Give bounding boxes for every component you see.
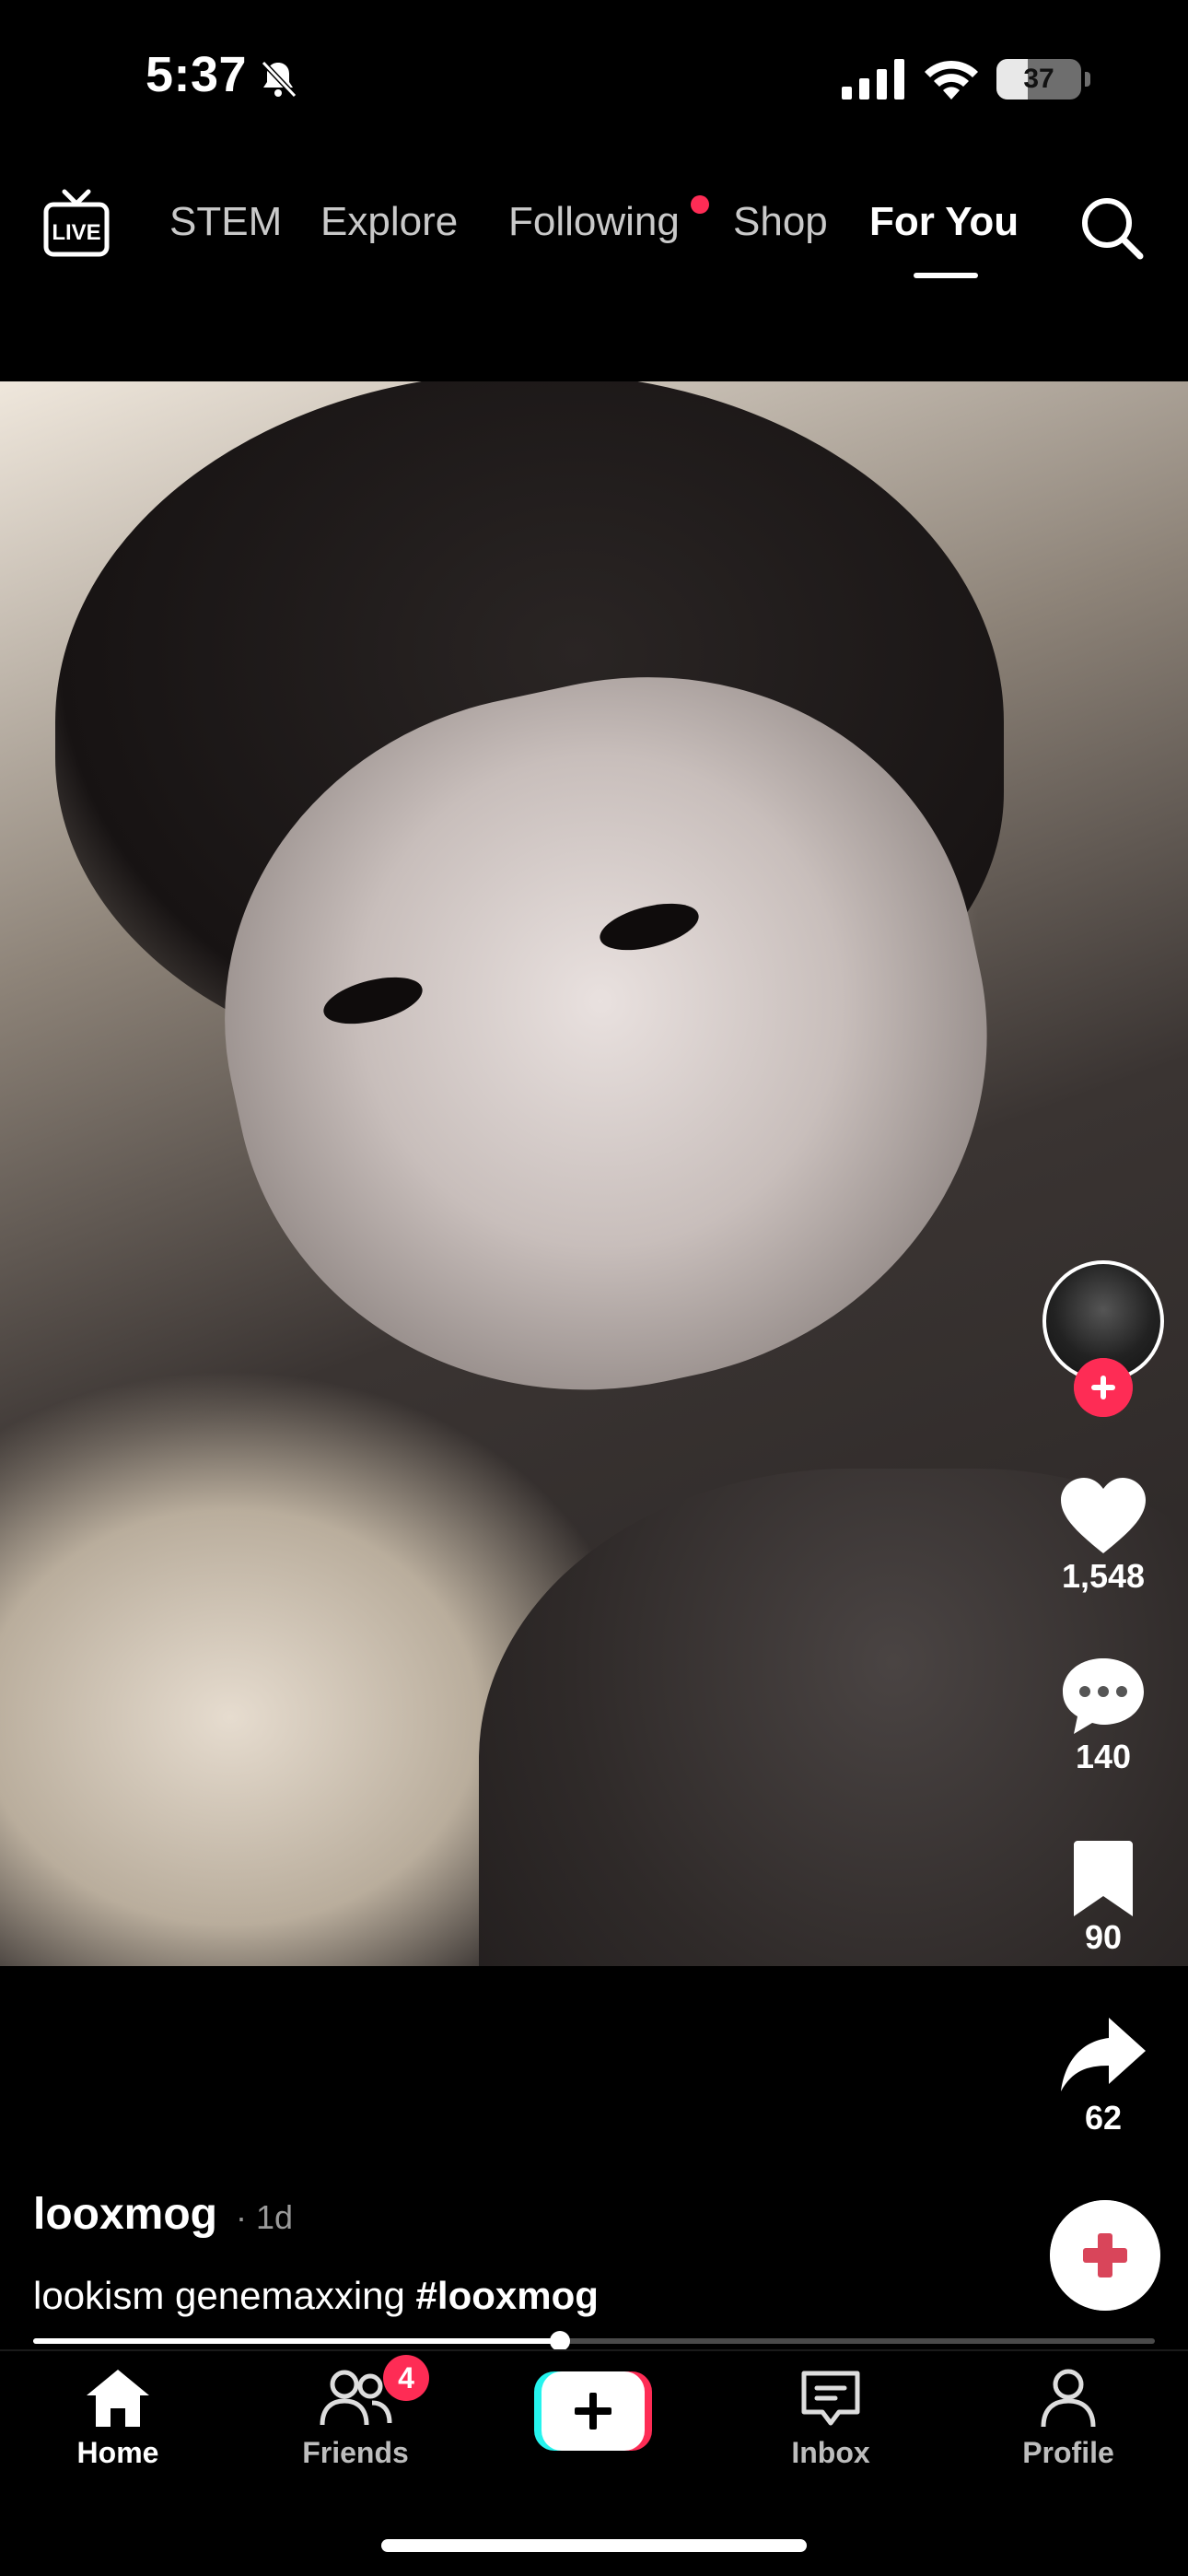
tab-following[interactable]: Following [508, 199, 680, 245]
active-tab-indicator [914, 273, 978, 278]
share-icon[interactable] [1057, 2014, 1149, 2097]
video-caption[interactable]: lookism genemaxxing #looxmog [33, 2274, 599, 2318]
add-to-collection-icon[interactable] [1050, 2200, 1160, 2311]
friends-badge: 4 [383, 2355, 429, 2401]
bookmark-icon[interactable] [1057, 1837, 1149, 1920]
bell-muted-icon [261, 60, 297, 99]
caption-text: lookism genemaxxing [33, 2274, 405, 2317]
battery-level: 37 [1023, 64, 1054, 94]
home-indicator[interactable] [381, 2539, 807, 2552]
svg-text:LIVE: LIVE [52, 220, 100, 245]
profile-icon [1041, 2369, 1096, 2428]
battery-indicator: 37 [996, 59, 1092, 100]
search-icon[interactable] [1077, 193, 1146, 262]
like-count: 1,548 [1061, 1557, 1146, 1595]
tab-explore[interactable]: Explore [320, 199, 458, 245]
nav-inbox[interactable]: Inbox [729, 2366, 932, 2486]
nav-inbox-label: Inbox [791, 2436, 870, 2469]
creator-username[interactable]: looxmog [33, 2189, 217, 2240]
bottom-nav-divider [0, 2349, 1188, 2351]
progress-fill [33, 2338, 561, 2344]
bookmark-count: 90 [1084, 1918, 1123, 1956]
nav-home[interactable]: Home [17, 2366, 219, 2486]
following-notification-dot [691, 195, 709, 214]
nav-home-label: Home [76, 2436, 159, 2469]
caption-hashtag[interactable]: #looxmog [416, 2274, 599, 2317]
follow-plus-icon[interactable] [1074, 1358, 1133, 1417]
live-icon[interactable]: LIVE [42, 188, 111, 258]
heart-icon[interactable] [1057, 1474, 1149, 1557]
nav-friends-label: Friends [302, 2436, 409, 2469]
tab-shop[interactable]: Shop [733, 199, 828, 245]
create-button[interactable] [534, 2371, 652, 2451]
nav-profile-label: Profile [1022, 2436, 1114, 2469]
video-player[interactable] [0, 381, 1188, 1966]
share-count: 62 [1084, 2099, 1123, 2137]
status-time: 5:37 [146, 47, 248, 102]
inbox-icon [801, 2371, 860, 2426]
tab-stem[interactable]: STEM [169, 199, 282, 245]
wifi-icon [925, 60, 978, 100]
friends-icon [320, 2370, 392, 2426]
progress-thumb[interactable] [550, 2331, 571, 2351]
comment-icon[interactable] [1057, 1655, 1149, 1738]
video-progress-bar[interactable] [33, 2331, 1155, 2351]
tab-for-you[interactable]: For You [869, 199, 1019, 245]
post-time: · 1d [236, 2198, 294, 2236]
nav-profile[interactable]: Profile [967, 2366, 1170, 2486]
comment-count: 140 [1075, 1738, 1132, 1775]
home-icon [87, 2370, 149, 2427]
cellular-signal-icon [842, 59, 904, 100]
